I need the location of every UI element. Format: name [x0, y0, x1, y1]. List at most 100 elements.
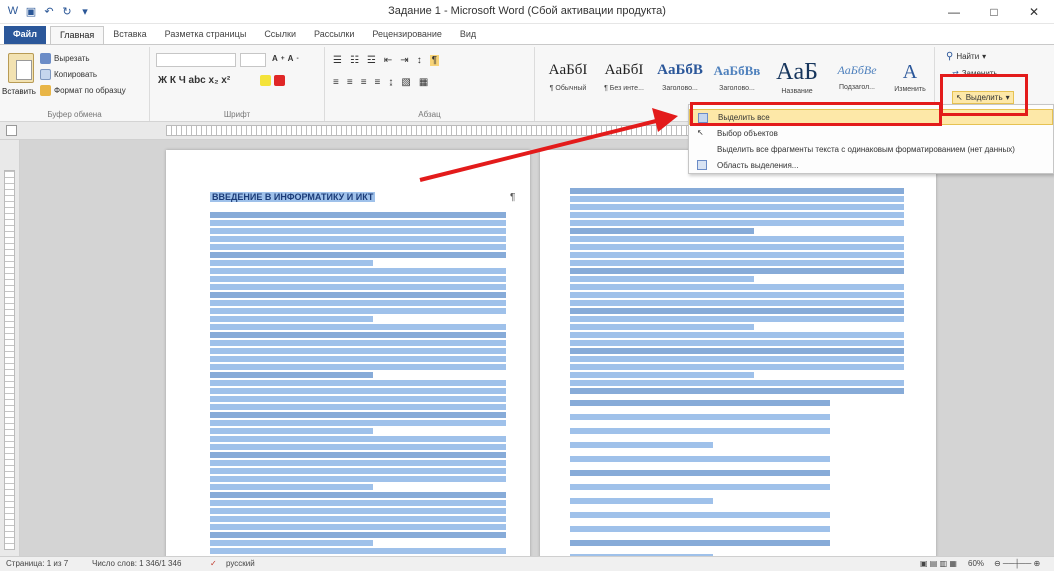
align-center-icon[interactable]: ≡ — [347, 77, 353, 88]
selected-text-line — [570, 428, 830, 434]
align-left-icon[interactable]: ≡ — [333, 77, 339, 88]
paste-button[interactable]: Вставить — [2, 87, 36, 96]
change-styles-icon: A — [902, 61, 918, 83]
select-all-highlight — [690, 102, 942, 126]
selected-text-line — [570, 512, 830, 518]
scissors-icon — [40, 53, 51, 64]
style-normal[interactable]: AaБбI ¶ Обычный — [541, 53, 595, 101]
tab-page-layout[interactable]: Разметка страницы — [156, 26, 256, 44]
ribbon-tabs: Файл Главная Вставка Разметка страницы С… — [0, 24, 1054, 44]
selected-text-line — [570, 316, 904, 322]
tab-file[interactable]: Файл — [4, 26, 46, 44]
word-count[interactable]: Число слов: 1 346/1 346 — [92, 559, 181, 568]
font-size-select[interactable] — [240, 53, 266, 67]
selected-text-line — [570, 292, 904, 298]
page-2[interactable] — [540, 150, 936, 570]
tab-references[interactable]: Ссылки — [255, 26, 305, 44]
shading-icon[interactable]: ▧ — [401, 77, 410, 88]
proofing-icon[interactable]: ✓ — [210, 559, 217, 568]
view-buttons[interactable]: ▣ ▤ ▥ ▦ — [920, 559, 957, 568]
menu-select-similar[interactable]: Выделить все фрагменты текста с одинаков… — [689, 141, 1053, 157]
horizontal-ruler[interactable] — [166, 125, 706, 136]
selected-text-line — [570, 220, 904, 226]
copy-icon — [40, 69, 51, 80]
tab-review[interactable]: Рецензирование — [363, 26, 451, 44]
style-title[interactable]: AaБ Название — [767, 53, 827, 101]
tab-home[interactable]: Главная — [49, 26, 105, 44]
increase-indent-icon[interactable]: ⇥ — [400, 55, 408, 66]
list-buttons[interactable]: ☰ ☷ ☲ ⇤ ⇥ ↕ ¶ — [333, 55, 440, 66]
selected-text-line — [210, 436, 506, 442]
close-button[interactable]: ✕ — [1014, 0, 1054, 24]
show-marks-icon[interactable]: ¶ — [429, 55, 440, 66]
menu-select-objects[interactable]: ↖ Выбор объектов — [689, 125, 1053, 141]
bullets-icon[interactable]: ☰ — [333, 55, 342, 66]
selected-text-line — [210, 300, 506, 306]
clipboard-group: Вставить Вырезать Копировать Формат по о… — [0, 47, 150, 121]
clipboard-group-label: Буфер обмена — [47, 110, 102, 119]
page-1[interactable]: ВВЕДЕНИЕ В ИНФОРМАТИКУ И ИКТ ¶ — [166, 150, 530, 570]
selected-text-line — [570, 300, 904, 306]
font-name-select[interactable] — [156, 53, 236, 67]
selected-text-line — [210, 268, 506, 274]
selected-text-line — [570, 332, 904, 338]
selected-text-line — [570, 348, 904, 354]
maximize-button[interactable]: □ — [974, 0, 1014, 24]
selected-text-line — [210, 372, 373, 378]
format-painter-button[interactable]: Формат по образцу — [40, 85, 126, 96]
zoom-slider[interactable]: ⊖ ──┼── ⊕ — [994, 559, 1040, 568]
multilevel-icon[interactable]: ☲ — [367, 55, 376, 66]
line-spacing-icon[interactable]: ↨ — [388, 77, 393, 88]
align-right-icon[interactable]: ≡ — [361, 77, 367, 88]
selected-text-line — [570, 212, 904, 218]
selected-text-line — [210, 292, 506, 298]
style-subtitle[interactable]: AaБбВе Подзагол... — [829, 53, 885, 101]
tab-insert[interactable]: Вставка — [104, 26, 155, 44]
borders-icon[interactable]: ▦ — [419, 77, 428, 88]
selected-text-line — [570, 380, 904, 386]
vertical-ruler[interactable] — [4, 170, 15, 550]
numbering-icon[interactable]: ☷ — [350, 55, 359, 66]
tab-view[interactable]: Вид — [451, 26, 485, 44]
page-counter[interactable]: Страница: 1 из 7 — [6, 559, 68, 568]
window-title: Задание 1 - Microsoft Word (Сбой активац… — [388, 5, 666, 17]
cut-button[interactable]: Вырезать — [40, 53, 90, 64]
selected-text-line — [210, 508, 506, 514]
font-color-icon[interactable] — [274, 75, 285, 86]
paste-icon[interactable] — [8, 53, 34, 83]
tab-selector-icon[interactable] — [6, 125, 17, 136]
selected-text-line — [210, 380, 506, 386]
chevron-down-icon: ▾ — [982, 52, 987, 61]
paragraph-group-label: Абзац — [418, 110, 441, 119]
zoom-level[interactable]: 60% — [968, 559, 984, 568]
document-area[interactable]: ВВЕДЕНИЕ В ИНФОРМАТИКУ И ИКТ ¶ — [20, 140, 1054, 570]
selected-text-line — [210, 460, 506, 466]
minimize-button[interactable]: — — [934, 0, 974, 24]
selected-text-line — [570, 324, 754, 330]
highlight-color-icon[interactable] — [260, 75, 285, 86]
selected-text-line — [570, 356, 904, 362]
change-styles-button[interactable]: A Изменить — [887, 53, 933, 101]
selected-text-line — [570, 204, 904, 210]
style-heading-1[interactable]: AaБбВ Заголово... — [653, 53, 707, 101]
selected-text-line — [570, 364, 904, 370]
decrease-indent-icon[interactable]: ⇤ — [384, 55, 392, 66]
justify-icon[interactable]: ≡ — [375, 77, 381, 88]
menu-selection-pane[interactable]: Область выделения... — [689, 157, 1053, 173]
sort-icon[interactable]: ↕ — [417, 55, 422, 66]
selected-text-line — [210, 452, 506, 458]
align-buttons[interactable]: ≡ ≡ ≡ ≡ ↨ ▧ ▦ — [333, 77, 428, 88]
find-button[interactable]: ⚲ Найти ▾ — [946, 51, 986, 62]
font-format-buttons[interactable]: Ж К Ч abc x₂ x² — [158, 75, 230, 86]
selected-text-line — [210, 420, 506, 426]
font-group-label: Шрифт — [223, 110, 251, 119]
brush-icon — [40, 85, 51, 96]
font-grow-icon[interactable]: A + A- — [272, 54, 299, 63]
style-no-spacing[interactable]: AaБбI ¶ Без инте... — [597, 53, 651, 101]
binoculars-icon: ⚲ — [946, 51, 954, 62]
tab-mailings[interactable]: Рассылки — [305, 26, 363, 44]
style-heading-2[interactable]: AaБбВв Заголово... — [709, 53, 765, 101]
copy-button[interactable]: Копировать — [40, 69, 97, 80]
selected-text-line — [210, 396, 506, 402]
language-indicator[interactable]: русский — [226, 559, 255, 568]
